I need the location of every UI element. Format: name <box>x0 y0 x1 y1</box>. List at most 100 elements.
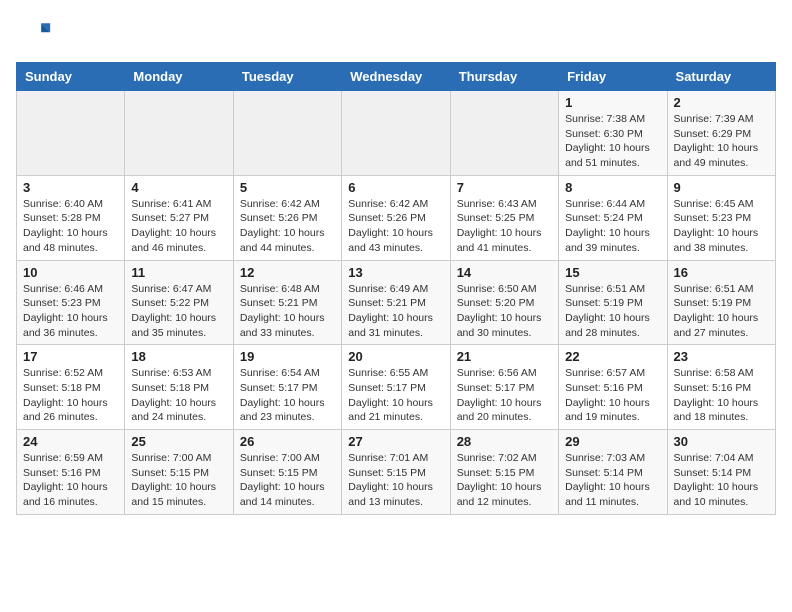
day-info: Sunrise: 6:51 AM Sunset: 5:19 PM Dayligh… <box>565 282 660 341</box>
calendar-cell: 22 Sunrise: 6:57 AM Sunset: 5:16 PM Dayli… <box>559 345 667 430</box>
day-number: 14 <box>457 265 552 280</box>
calendar-cell: 9 Sunrise: 6:45 AM Sunset: 5:23 PM Daylig… <box>667 175 775 260</box>
day-info: Sunrise: 6:50 AM Sunset: 5:20 PM Dayligh… <box>457 282 552 341</box>
calendar-cell: 24 Sunrise: 6:59 AM Sunset: 5:16 PM Dayli… <box>17 430 125 515</box>
day-number: 25 <box>131 434 226 449</box>
day-number: 7 <box>457 180 552 195</box>
calendar-cell: 27Sunrise: 7:01 AM Sunset: 5:15 PM Dayli… <box>342 430 450 515</box>
day-number: 19 <box>240 349 335 364</box>
day-number: 1 <box>565 95 660 110</box>
calendar-cell <box>342 91 450 176</box>
day-number: 12 <box>240 265 335 280</box>
day-number: 29 <box>565 434 660 449</box>
weekday-header-tuesday: Tuesday <box>233 63 341 91</box>
day-info: Sunrise: 7:03 AM Sunset: 5:14 PM Dayligh… <box>565 451 660 510</box>
day-info: Sunrise: 7:01 AM Sunset: 5:15 PM Dayligh… <box>348 451 443 510</box>
calendar-cell: 6 Sunrise: 6:42 AM Sunset: 5:26 PM Daylig… <box>342 175 450 260</box>
logo <box>16 16 56 52</box>
day-number: 30 <box>674 434 769 449</box>
day-number: 21 <box>457 349 552 364</box>
weekday-header-sunday: Sunday <box>17 63 125 91</box>
day-number: 9 <box>674 180 769 195</box>
day-number: 22 <box>565 349 660 364</box>
calendar-week-row: 3Sunrise: 6:40 AM Sunset: 5:28 PM Daylig… <box>17 175 776 260</box>
day-info: Sunrise: 6:45 AM Sunset: 5:23 PM Dayligh… <box>674 197 769 256</box>
day-info: Sunrise: 6:58 AM Sunset: 5:16 PM Dayligh… <box>674 366 769 425</box>
day-info: Sunrise: 6:55 AM Sunset: 5:17 PM Dayligh… <box>348 366 443 425</box>
day-number: 10 <box>23 265 118 280</box>
logo-icon <box>16 16 52 52</box>
weekday-header-monday: Monday <box>125 63 233 91</box>
day-info: Sunrise: 6:44 AM Sunset: 5:24 PM Dayligh… <box>565 197 660 256</box>
calendar-cell: 19 Sunrise: 6:54 AM Sunset: 5:17 PM Dayli… <box>233 345 341 430</box>
page-header <box>16 16 776 52</box>
day-number: 16 <box>674 265 769 280</box>
calendar-cell <box>125 91 233 176</box>
day-info: Sunrise: 7:02 AM Sunset: 5:15 PM Dayligh… <box>457 451 552 510</box>
day-number: 24 <box>23 434 118 449</box>
day-number: 26 <box>240 434 335 449</box>
day-number: 11 <box>131 265 226 280</box>
day-number: 28 <box>457 434 552 449</box>
day-info: Sunrise: 6:57 AM Sunset: 5:16 PM Dayligh… <box>565 366 660 425</box>
calendar-cell: 7 Sunrise: 6:43 AM Sunset: 5:25 PM Daylig… <box>450 175 558 260</box>
day-info: Sunrise: 6:42 AM Sunset: 5:26 PM Dayligh… <box>348 197 443 256</box>
calendar-week-row: 1 Sunrise: 7:38 AM Sunset: 6:30 PM Daylig… <box>17 91 776 176</box>
day-number: 2 <box>674 95 769 110</box>
day-number: 5 <box>240 180 335 195</box>
day-number: 17 <box>23 349 118 364</box>
day-number: 23 <box>674 349 769 364</box>
calendar-week-row: 17Sunrise: 6:52 AM Sunset: 5:18 PM Dayli… <box>17 345 776 430</box>
day-info: Sunrise: 6:49 AM Sunset: 5:21 PM Dayligh… <box>348 282 443 341</box>
day-number: 13 <box>348 265 443 280</box>
calendar-cell: 28 Sunrise: 7:02 AM Sunset: 5:15 PM Dayli… <box>450 430 558 515</box>
weekday-header-thursday: Thursday <box>450 63 558 91</box>
calendar-cell: 12 Sunrise: 6:48 AM Sunset: 5:21 PM Dayli… <box>233 260 341 345</box>
calendar-cell: 14 Sunrise: 6:50 AM Sunset: 5:20 PM Dayli… <box>450 260 558 345</box>
weekday-header-wednesday: Wednesday <box>342 63 450 91</box>
day-info: Sunrise: 7:00 AM Sunset: 5:15 PM Dayligh… <box>131 451 226 510</box>
day-number: 20 <box>348 349 443 364</box>
day-info: Sunrise: 6:53 AM Sunset: 5:18 PM Dayligh… <box>131 366 226 425</box>
calendar-cell: 16 Sunrise: 6:51 AM Sunset: 5:19 PM Dayli… <box>667 260 775 345</box>
day-info: Sunrise: 7:04 AM Sunset: 5:14 PM Dayligh… <box>674 451 769 510</box>
calendar-cell: 11Sunrise: 6:47 AM Sunset: 5:22 PM Dayli… <box>125 260 233 345</box>
calendar-cell: 13 Sunrise: 6:49 AM Sunset: 5:21 PM Dayli… <box>342 260 450 345</box>
calendar-cell <box>233 91 341 176</box>
calendar-cell <box>17 91 125 176</box>
day-number: 3 <box>23 180 118 195</box>
calendar-cell: 29 Sunrise: 7:03 AM Sunset: 5:14 PM Dayli… <box>559 430 667 515</box>
calendar-cell: 15Sunrise: 6:51 AM Sunset: 5:19 PM Dayli… <box>559 260 667 345</box>
calendar-cell: 10Sunrise: 6:46 AM Sunset: 5:23 PM Dayli… <box>17 260 125 345</box>
calendar-cell: 5 Sunrise: 6:42 AM Sunset: 5:26 PM Daylig… <box>233 175 341 260</box>
calendar-cell: 1 Sunrise: 7:38 AM Sunset: 6:30 PM Daylig… <box>559 91 667 176</box>
calendar-cell: 25 Sunrise: 7:00 AM Sunset: 5:15 PM Dayli… <box>125 430 233 515</box>
calendar-cell: 4 Sunrise: 6:41 AM Sunset: 5:27 PM Daylig… <box>125 175 233 260</box>
day-info: Sunrise: 6:42 AM Sunset: 5:26 PM Dayligh… <box>240 197 335 256</box>
day-number: 18 <box>131 349 226 364</box>
day-info: Sunrise: 7:39 AM Sunset: 6:29 PM Dayligh… <box>674 112 769 171</box>
calendar-cell: 3Sunrise: 6:40 AM Sunset: 5:28 PM Daylig… <box>17 175 125 260</box>
day-info: Sunrise: 6:59 AM Sunset: 5:16 PM Dayligh… <box>23 451 118 510</box>
calendar-week-row: 24 Sunrise: 6:59 AM Sunset: 5:16 PM Dayli… <box>17 430 776 515</box>
day-number: 4 <box>131 180 226 195</box>
calendar-cell: 17Sunrise: 6:52 AM Sunset: 5:18 PM Dayli… <box>17 345 125 430</box>
calendar-cell: 8Sunrise: 6:44 AM Sunset: 5:24 PM Daylig… <box>559 175 667 260</box>
weekday-header-saturday: Saturday <box>667 63 775 91</box>
day-info: Sunrise: 6:41 AM Sunset: 5:27 PM Dayligh… <box>131 197 226 256</box>
day-info: Sunrise: 7:38 AM Sunset: 6:30 PM Dayligh… <box>565 112 660 171</box>
calendar-cell: 20 Sunrise: 6:55 AM Sunset: 5:17 PM Dayli… <box>342 345 450 430</box>
day-info: Sunrise: 6:48 AM Sunset: 5:21 PM Dayligh… <box>240 282 335 341</box>
calendar-cell: 23 Sunrise: 6:58 AM Sunset: 5:16 PM Dayli… <box>667 345 775 430</box>
day-number: 6 <box>348 180 443 195</box>
day-info: Sunrise: 6:43 AM Sunset: 5:25 PM Dayligh… <box>457 197 552 256</box>
calendar-cell: 26 Sunrise: 7:00 AM Sunset: 5:15 PM Dayli… <box>233 430 341 515</box>
calendar-cell: 21Sunrise: 6:56 AM Sunset: 5:17 PM Dayli… <box>450 345 558 430</box>
calendar-cell: 2 Sunrise: 7:39 AM Sunset: 6:29 PM Daylig… <box>667 91 775 176</box>
weekday-header-friday: Friday <box>559 63 667 91</box>
day-info: Sunrise: 6:51 AM Sunset: 5:19 PM Dayligh… <box>674 282 769 341</box>
calendar-cell <box>450 91 558 176</box>
day-info: Sunrise: 6:54 AM Sunset: 5:17 PM Dayligh… <box>240 366 335 425</box>
calendar-week-row: 10Sunrise: 6:46 AM Sunset: 5:23 PM Dayli… <box>17 260 776 345</box>
day-info: Sunrise: 7:00 AM Sunset: 5:15 PM Dayligh… <box>240 451 335 510</box>
